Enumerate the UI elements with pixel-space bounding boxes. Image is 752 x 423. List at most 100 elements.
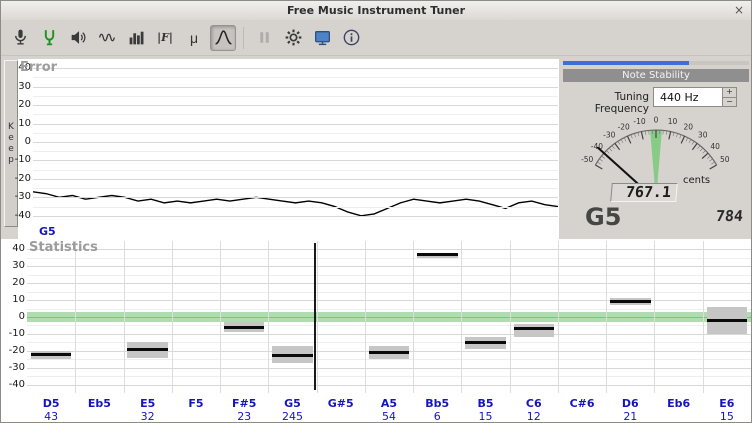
note-label: A5	[365, 397, 413, 410]
statistics-chart: Statistics 403020100-10-20-30-40 D5Eb5E5…	[1, 239, 752, 423]
gauge-minor-tick	[673, 132, 674, 136]
statistics-mu-button[interactable]: μ	[181, 25, 207, 51]
note-count: 32	[124, 410, 172, 423]
tuning-frequency-value: 440 Hz	[654, 88, 722, 106]
error-yaxis: 403020100-10-20-30-40	[18, 59, 33, 225]
gauge-major-tick	[669, 132, 671, 140]
pause-button[interactable]	[251, 25, 277, 51]
note-count	[558, 410, 606, 423]
gridline	[33, 197, 558, 198]
gauss-curve-icon	[214, 28, 233, 47]
gridline	[27, 309, 751, 310]
note-count: 23	[220, 410, 268, 423]
cents-unit-label: cents	[683, 175, 710, 186]
gridline	[33, 87, 558, 88]
gauge-major-tick	[641, 132, 643, 140]
gauss-curve-button[interactable]	[210, 25, 236, 51]
stats-ytick: 20	[12, 278, 25, 288]
tuning-fork-button[interactable]	[36, 25, 62, 51]
column-gridline	[268, 241, 269, 393]
note-count: 15	[461, 410, 509, 423]
gridline	[33, 216, 558, 217]
info-icon	[342, 28, 361, 47]
tuning-frequency-spinbox[interactable]: 440 Hz + −	[653, 87, 737, 107]
about-button[interactable]	[338, 25, 364, 51]
error-trace	[33, 192, 558, 216]
gridline	[33, 170, 558, 171]
note-range-box	[514, 324, 555, 338]
gauge-major-tick	[628, 136, 631, 143]
histogram-button[interactable]	[123, 25, 149, 51]
gauge-minor-tick	[609, 148, 612, 151]
gridline	[27, 283, 751, 284]
speaker-icon	[69, 28, 88, 47]
gauge-major-tick	[702, 153, 708, 158]
column-gridline	[365, 241, 366, 393]
gauge-minor-tick	[618, 141, 620, 144]
close-button[interactable]: ×	[734, 3, 744, 17]
stats-ytick: -40	[9, 380, 25, 390]
gauge-minor-tick	[707, 156, 710, 159]
column-gridline	[606, 241, 607, 393]
column-gridline	[317, 241, 318, 393]
note-label: E6	[703, 397, 751, 410]
note-median-line	[417, 253, 458, 256]
note-count	[317, 410, 365, 423]
note-label: F#5	[220, 397, 268, 410]
note-label: C#6	[558, 397, 606, 410]
gauge-minor-tick	[645, 131, 646, 135]
gridline	[33, 142, 558, 143]
error-current-note: G5	[18, 225, 559, 239]
stats-plot-wrap: 403020100-10-20-30-40	[1, 241, 752, 393]
gridline	[27, 325, 751, 326]
column-gridline	[413, 241, 414, 393]
note-median-line	[369, 351, 410, 354]
gauge-tick-label: -30	[603, 131, 615, 140]
capture-button[interactable]	[309, 25, 335, 51]
note-count: 43	[27, 410, 75, 423]
gauge-minor-tick	[666, 131, 667, 135]
gauge-minor-tick	[698, 146, 701, 149]
note-reference-frequency: 784	[688, 207, 744, 225]
waveform-button[interactable]	[94, 25, 120, 51]
gauge-minor-tick	[624, 138, 626, 142]
stability-progress-fill	[563, 61, 689, 65]
titlebar: Free Music Instrument Tuner ×	[1, 1, 751, 21]
gridline	[33, 151, 558, 152]
gridline	[27, 292, 751, 293]
column-gridline	[220, 241, 221, 393]
stats-ytick: 10	[12, 295, 25, 305]
error-ytick: 0	[25, 137, 31, 147]
waveform-icon	[98, 28, 117, 47]
note-label: Eb6	[654, 397, 702, 410]
note-stability-panel: Note Stability Tuning Frequency 440 Hz +…	[559, 56, 752, 239]
settings-button[interactable]	[280, 25, 306, 51]
gauge-tick-label: 10	[668, 117, 678, 126]
gridline	[27, 334, 751, 335]
note-count	[75, 410, 123, 423]
gauge-minor-tick	[700, 148, 703, 151]
gauge-minor-tick	[689, 139, 691, 142]
gauge-tick-label: 0	[654, 116, 659, 125]
note-label: F5	[172, 397, 220, 410]
gauge-tick-label: 40	[710, 142, 720, 151]
note-label: G5	[268, 397, 316, 410]
note-count	[654, 410, 702, 423]
column-gridline	[124, 241, 125, 393]
gauge-minor-tick	[680, 135, 681, 139]
gridline	[33, 114, 558, 115]
note-label: Bb5	[413, 397, 461, 410]
spin-down-button[interactable]: −	[723, 98, 736, 107]
gauge-major-tick	[681, 136, 684, 143]
error-ytick: 20	[18, 100, 31, 110]
toolbar: |F| μ	[1, 20, 751, 56]
fft-button[interactable]: |F|	[152, 25, 178, 51]
gauge-minor-tick	[631, 135, 632, 139]
gauge-tick-label: 20	[684, 122, 694, 131]
app-window: Free Music Instrument Tuner ×	[0, 0, 752, 423]
microphone-button[interactable]	[7, 25, 33, 51]
speaker-button[interactable]	[65, 25, 91, 51]
error-plot	[33, 59, 558, 225]
stability-progress-track	[563, 61, 749, 65]
note-median-line	[127, 348, 168, 351]
